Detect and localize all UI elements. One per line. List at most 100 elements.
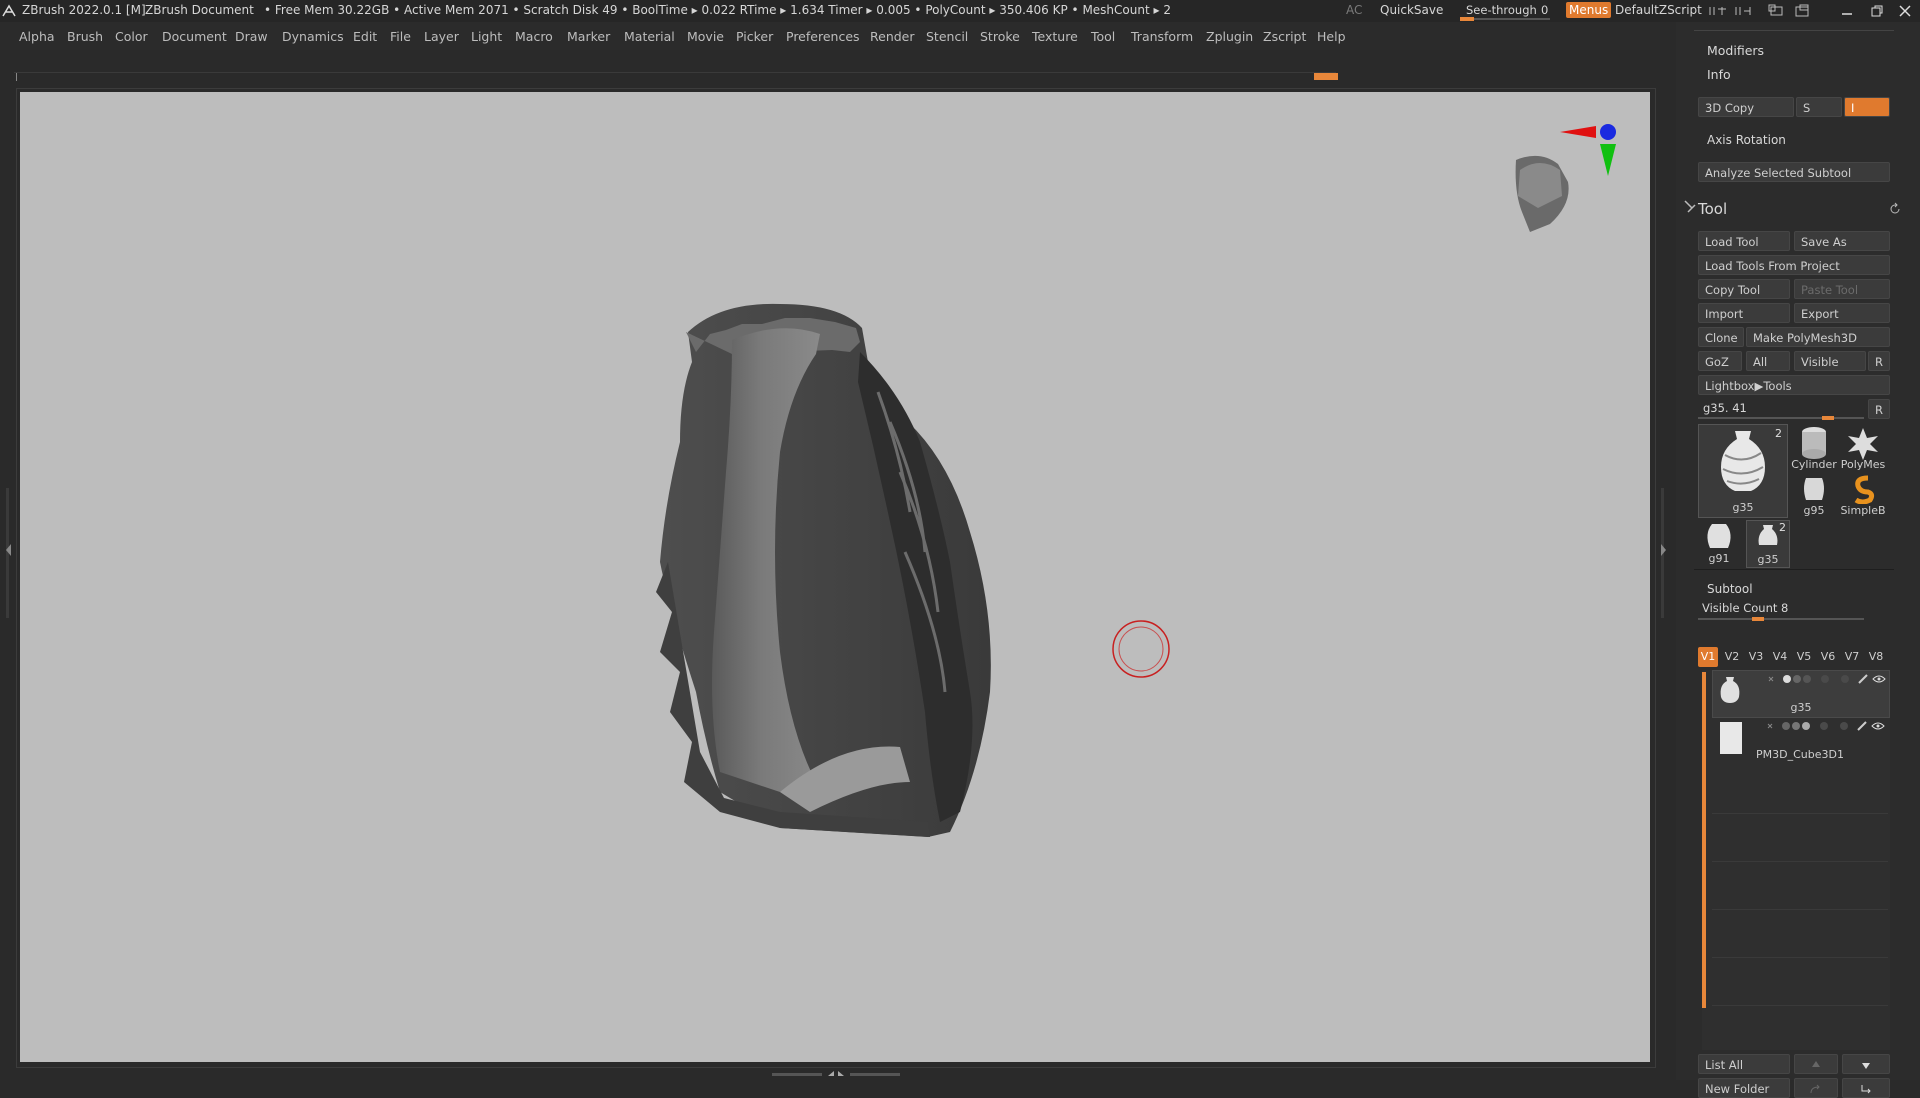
3d-copy-button[interactable]: 3D Copy [1698,97,1794,117]
goz-all-button[interactable]: All [1746,351,1790,371]
clone-button[interactable]: Clone [1698,327,1744,347]
menu-transform[interactable]: Transform [1131,29,1193,44]
menu-color[interactable]: Color [115,29,148,44]
menu-preferences[interactable]: Preferences [786,29,860,44]
analyze-subtool-button[interactable]: Analyze Selected Subtool [1698,162,1890,182]
menu-tool[interactable]: Tool [1091,29,1115,44]
subtool-row[interactable]: PM3D_Cube3D1 [1712,718,1888,764]
tab-v8[interactable]: V8 [1866,647,1886,667]
goz-visible-button[interactable]: Visible [1794,351,1866,371]
viewport-canvas[interactable] [20,92,1650,1062]
menu-dynamics[interactable]: Dynamics [282,29,344,44]
left-tray-handle[interactable] [3,488,13,618]
menu-file[interactable]: File [390,29,411,44]
visible-count-slider[interactable] [1698,618,1864,620]
tab-v6[interactable]: V6 [1818,647,1838,667]
menu-zplugin[interactable]: Zplugin [1206,29,1253,44]
menu-render[interactable]: Render [870,29,915,44]
quicksave-button[interactable]: QuickSave [1380,3,1443,17]
tool-slider[interactable] [1698,417,1864,419]
ac-label[interactable]: AC [1346,3,1362,17]
menu-macro[interactable]: Macro [515,29,553,44]
vase-model[interactable] [656,303,991,837]
tool-thumb-g95[interactable]: g95 [1790,472,1838,518]
menu-layer[interactable]: Layer [424,29,459,44]
tool-thumb-polymesh[interactable]: PolyMes [1838,424,1888,471]
load-tools-from-project-button[interactable]: Load Tools From Project [1698,255,1890,275]
tab-v1[interactable]: V1 [1698,647,1718,667]
restore-icon[interactable] [1870,4,1884,18]
tab-v2[interactable]: V2 [1722,647,1742,667]
menu-alpha[interactable]: Alpha [19,29,55,44]
visible-count-thumb[interactable] [1752,617,1764,621]
info-header[interactable]: Info [1707,67,1731,82]
menu-stencil[interactable]: Stencil [926,29,968,44]
tab-v3[interactable]: V3 [1746,647,1766,667]
s-button[interactable]: S [1796,97,1842,117]
tool-pin-icon[interactable] [1682,199,1696,215]
gizmo-y-axis[interactable] [1600,144,1616,176]
axis-rotation-header[interactable]: Axis Rotation [1707,133,1786,147]
new-folder-button[interactable]: New Folder [1698,1078,1790,1098]
right-tray-handle[interactable] [1658,488,1668,618]
window-icon-2[interactable] [1794,4,1812,18]
default-zscript-button[interactable]: DefaultZScript [1615,3,1702,17]
menu-zscript[interactable]: Zscript [1263,29,1306,44]
subtool-header[interactable]: Subtool [1707,582,1753,596]
insert-arrow-button[interactable] [1842,1078,1890,1098]
menu-picker[interactable]: Picker [736,29,773,44]
layout-icon-1[interactable] [1708,5,1728,17]
subtool-row[interactable]: g35 [1712,670,1890,718]
menu-light[interactable]: Light [471,29,502,44]
menu-draw[interactable]: Draw [235,29,268,44]
close-icon[interactable] [1898,4,1912,18]
paste-tool-button[interactable]: Paste Tool [1794,279,1890,299]
menu-texture[interactable]: Texture [1032,29,1078,44]
menu-material[interactable]: Material [624,29,675,44]
reset-icon[interactable] [1888,202,1902,216]
move-down-button[interactable] [1842,1054,1890,1074]
shelf-marker[interactable] [1314,73,1338,80]
lightbox-tools-button[interactable]: Lightbox▶Tools [1698,375,1890,395]
subtool-row-controls[interactable] [1762,720,1886,734]
menu-stroke[interactable]: Stroke [980,29,1020,44]
subtool-scrollbar[interactable] [1702,672,1706,1008]
menu-help[interactable]: Help [1317,29,1346,44]
subtool-row-controls[interactable] [1763,673,1887,687]
tool-palette-title[interactable]: Tool [1698,200,1727,218]
tool-thumb-g91[interactable]: g91 [1698,520,1740,566]
move-up-button[interactable] [1794,1054,1838,1074]
load-tool-button[interactable]: Load Tool [1698,231,1790,251]
export-button[interactable]: Export [1794,303,1890,323]
save-as-button[interactable]: Save As [1794,231,1890,251]
window-icon-1[interactable] [1768,4,1786,18]
layout-icon-2[interactable] [1734,5,1754,17]
minimize-icon[interactable] [1840,4,1854,18]
tool-thumb-simpleb[interactable]: SimpleB [1838,472,1888,518]
menu-brush[interactable]: Brush [67,29,103,44]
tab-v7[interactable]: V7 [1842,647,1862,667]
goz-r-button[interactable]: R [1868,351,1890,371]
tab-v5[interactable]: V5 [1794,647,1814,667]
import-button[interactable]: Import [1698,303,1790,323]
gizmo-x-axis[interactable] [1560,126,1596,138]
3d-viewport[interactable] [20,92,1650,1062]
tool-thumb-g35-small[interactable]: 2 g35 [1746,520,1790,568]
menu-movie[interactable]: Movie [687,29,724,44]
copy-tool-button[interactable]: Copy Tool [1698,279,1790,299]
tool-r-button[interactable]: R [1868,399,1890,419]
menu-edit[interactable]: Edit [353,29,377,44]
tab-v4[interactable]: V4 [1770,647,1790,667]
i-button[interactable]: I [1844,97,1890,117]
navigation-gizmo[interactable] [1515,124,1616,232]
bottom-tray-handle[interactable] [772,1070,900,1078]
menu-marker[interactable]: Marker [567,29,610,44]
tool-thumb-cylinder[interactable]: Cylinder [1790,424,1838,471]
list-all-button[interactable]: List All [1698,1054,1790,1074]
make-polymesh3d-button[interactable]: Make PolyMesh3D [1746,327,1890,347]
tool-thumb-g35[interactable]: 2 g35 [1698,424,1788,518]
goz-button[interactable]: GoZ [1698,351,1742,371]
redo-arrow-button[interactable] [1794,1078,1838,1098]
gizmo-z-axis[interactable] [1600,124,1616,140]
menu-document[interactable]: Document [162,29,227,44]
